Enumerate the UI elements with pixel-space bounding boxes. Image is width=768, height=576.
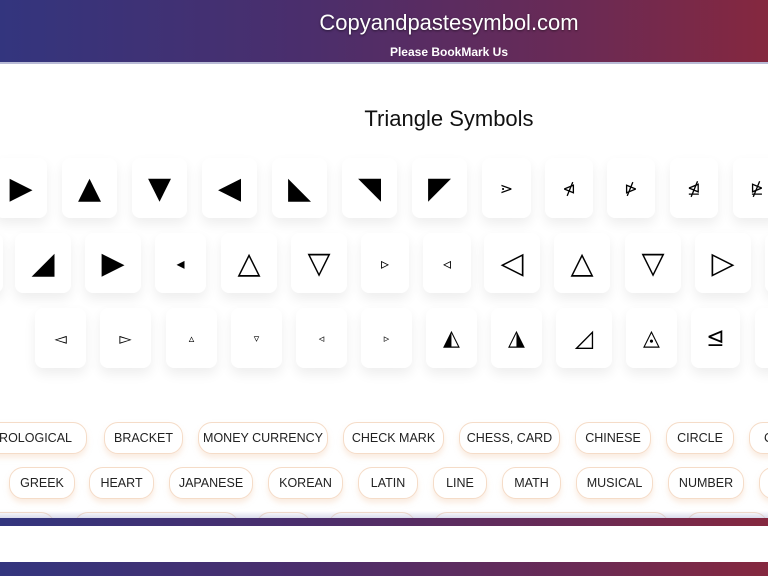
- symbol-card[interactable]: ▵: [166, 308, 217, 368]
- symbol-card[interactable]: ▼: [132, 158, 187, 218]
- category-more[interactable]: C: [749, 422, 768, 454]
- symbol-card[interactable]: ◭: [426, 308, 477, 368]
- symbol-card[interactable]: ▽: [291, 233, 347, 293]
- category-heart[interactable]: HEART: [89, 467, 154, 499]
- symbol-card[interactable]: ◤: [412, 158, 467, 218]
- category-chinese[interactable]: CHINESE: [575, 422, 651, 454]
- symbol-card[interactable]: ◅: [35, 308, 86, 368]
- category-chess-card[interactable]: CHESS, CARD: [459, 422, 560, 454]
- symbol-card[interactable]: ◥: [342, 158, 397, 218]
- symbol-card[interactable]: ⊵: [755, 308, 768, 368]
- symbol-card[interactable]: ⊴: [691, 308, 740, 368]
- symbol-card[interactable]: ▿: [231, 308, 282, 368]
- category-math[interactable]: MATH: [502, 467, 561, 499]
- symbol-card[interactable]: ◢: [15, 233, 71, 293]
- site-title[interactable]: Copyandpastesymbol.com: [0, 10, 768, 36]
- category-check-mark[interactable]: CHECK MARK: [343, 422, 444, 454]
- symbol-card[interactable]: ◃: [296, 308, 347, 368]
- category-number[interactable]: NUMBER: [668, 467, 744, 499]
- symbol-card[interactable]: △: [554, 233, 610, 293]
- content-area: [0, 526, 768, 562]
- category-line[interactable]: LINE: [433, 467, 487, 499]
- nav-band: [0, 518, 768, 526]
- symbol-card[interactable]: ◣: [272, 158, 327, 218]
- symbol-card[interactable]: ⋗: [482, 158, 531, 218]
- symbol-card[interactable]: ▶: [0, 158, 47, 218]
- symbol-card[interactable]: ⋫: [607, 158, 655, 218]
- symbol-card[interactable]: ◿: [556, 308, 612, 368]
- category-greek[interactable]: GREEK: [9, 467, 75, 499]
- symbol-card[interactable]: ◃: [423, 233, 471, 293]
- symbol-card[interactable]: ⋪: [545, 158, 593, 218]
- symbol-card[interactable]: ▹: [361, 308, 412, 368]
- symbol-card[interactable]: [0, 233, 3, 293]
- symbol-card[interactable]: ◁: [484, 233, 540, 293]
- symbol-card[interactable]: ◮: [491, 308, 542, 368]
- site-header: Copyandpastesymbol.com Please BookMark U…: [0, 0, 768, 62]
- symbol-card[interactable]: ▷: [695, 233, 751, 293]
- category-more[interactable]: [759, 467, 768, 499]
- symbol-card[interactable]: ⋬: [670, 158, 718, 218]
- symbol-card[interactable]: ▻: [100, 308, 151, 368]
- symbol-card[interactable]: ▶: [85, 233, 141, 293]
- header-divider: [0, 62, 768, 64]
- bookmark-prompt: Please BookMark Us: [389, 45, 509, 59]
- symbol-card[interactable]: ◂: [155, 233, 206, 293]
- category-bracket[interactable]: BRACKET: [104, 422, 183, 454]
- symbol-card[interactable]: ◬: [626, 308, 677, 368]
- category-circle[interactable]: CIRCLE: [666, 422, 734, 454]
- category-latin[interactable]: LATIN: [358, 467, 418, 499]
- symbol-card[interactable]: ▽: [625, 233, 681, 293]
- symbol-card[interactable]: ◀: [202, 158, 257, 218]
- category-money-currency[interactable]: MONEY CURRENCY: [198, 422, 328, 454]
- symbol-card[interactable]: ▹: [361, 233, 409, 293]
- footer-band: [0, 562, 768, 576]
- page-title: Triangle Symbols: [364, 106, 534, 131]
- category-astrological[interactable]: ASTROLOGICAL: [0, 422, 87, 454]
- symbol-card[interactable]: ⋭: [733, 158, 768, 218]
- category-musical[interactable]: MUSICAL: [576, 467, 653, 499]
- symbol-card[interactable]: ▲: [62, 158, 117, 218]
- category-korean[interactable]: KOREAN: [268, 467, 343, 499]
- symbol-card[interactable]: △: [221, 233, 277, 293]
- category-japanese[interactable]: JAPANESE: [169, 467, 253, 499]
